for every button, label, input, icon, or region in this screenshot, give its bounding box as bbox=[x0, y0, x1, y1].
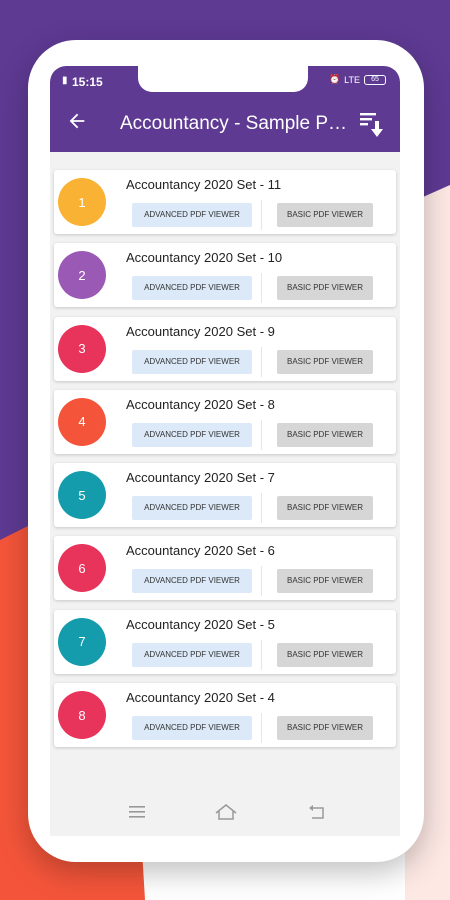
list-item[interactable]: 8 Accountancy 2020 Set - 4 ADVANCED PDF … bbox=[54, 683, 396, 748]
item-number-badge: 2 bbox=[58, 251, 106, 300]
item-number-badge: 8 bbox=[58, 691, 106, 740]
home-icon[interactable] bbox=[214, 802, 237, 822]
item-number-badge: 1 bbox=[58, 178, 106, 226]
network-label: LTE bbox=[344, 74, 360, 85]
item-title: Accountancy 2020 Set - 10 bbox=[126, 250, 283, 266]
item-title: Accountancy 2020 Set - 4 bbox=[126, 690, 275, 706]
advanced-pdf-viewer-button[interactable]: ADVANCED PDF VIEWER bbox=[132, 349, 252, 374]
basic-pdf-viewer-button[interactable]: BASIC PDF VIEWER bbox=[277, 349, 373, 374]
advanced-pdf-viewer-button[interactable]: ADVANCED PDF VIEWER bbox=[132, 276, 252, 301]
item-title: Accountancy 2020 Set - 5 bbox=[126, 616, 275, 632]
arrow-back-icon[interactable] bbox=[64, 110, 90, 136]
divider bbox=[261, 346, 262, 377]
app-bar: ▮ 15:15 ⏰ LTE 65 Accountancy - Sample Pa… bbox=[50, 66, 400, 152]
advanced-pdf-viewer-button[interactable]: ADVANCED PDF VIEWER bbox=[132, 422, 252, 447]
item-title: Accountancy 2020 Set - 6 bbox=[126, 543, 275, 559]
advanced-pdf-viewer-button[interactable]: ADVANCED PDF VIEWER bbox=[132, 203, 252, 227]
list-item[interactable]: 4 Accountancy 2020 Set - 8 ADVANCED PDF … bbox=[54, 389, 396, 454]
basic-pdf-viewer-button[interactable]: BASIC PDF VIEWER bbox=[277, 276, 373, 301]
signal-icon: ▮ bbox=[62, 75, 68, 86]
divider bbox=[261, 273, 262, 304]
paper-list: 1 Accountancy 2020 Set - 11 ADVANCED PDF… bbox=[54, 170, 396, 756]
advanced-pdf-viewer-button[interactable]: ADVANCED PDF VIEWER bbox=[132, 496, 252, 521]
divider bbox=[261, 493, 262, 524]
list-item[interactable]: 6 Accountancy 2020 Set - 6 ADVANCED PDF … bbox=[54, 536, 396, 601]
basic-pdf-viewer-button[interactable]: BASIC PDF VIEWER bbox=[277, 569, 373, 594]
divider bbox=[261, 639, 262, 670]
basic-pdf-viewer-button[interactable]: BASIC PDF VIEWER bbox=[277, 496, 373, 521]
basic-pdf-viewer-button[interactable]: BASIC PDF VIEWER bbox=[277, 203, 373, 227]
list-item[interactable]: 2 Accountancy 2020 Set - 10 ADVANCED PDF… bbox=[54, 243, 396, 308]
list-item[interactable]: 5 Accountancy 2020 Set - 7 ADVANCED PDF … bbox=[54, 463, 396, 528]
list-item[interactable]: 7 Accountancy 2020 Set - 5 ADVANCED PDF … bbox=[54, 609, 396, 674]
divider bbox=[261, 566, 262, 597]
sort-download-icon[interactable] bbox=[358, 110, 386, 140]
system-nav-bar bbox=[50, 788, 400, 836]
basic-pdf-viewer-button[interactable]: BASIC PDF VIEWER bbox=[277, 642, 373, 667]
app-screen: ▮ 15:15 ⏰ LTE 65 Accountancy - Sample Pa… bbox=[50, 66, 400, 836]
status-icons: ⏰ LTE 65 bbox=[329, 74, 386, 85]
menu-icon[interactable] bbox=[126, 802, 148, 822]
list-item[interactable]: 3 Accountancy 2020 Set - 9 ADVANCED PDF … bbox=[54, 316, 396, 381]
item-number-badge: 5 bbox=[58, 471, 106, 520]
divider bbox=[261, 200, 262, 230]
item-number-badge: 4 bbox=[58, 397, 106, 446]
advanced-pdf-viewer-button[interactable]: ADVANCED PDF VIEWER bbox=[132, 716, 252, 741]
page-title: Accountancy - Sample Papers bbox=[120, 113, 354, 134]
item-number-badge: 6 bbox=[58, 544, 106, 593]
back-icon[interactable] bbox=[306, 802, 328, 822]
camera-notch bbox=[138, 66, 308, 92]
divider bbox=[261, 713, 262, 744]
basic-pdf-viewer-button[interactable]: BASIC PDF VIEWER bbox=[277, 422, 373, 447]
advanced-pdf-viewer-button[interactable]: ADVANCED PDF VIEWER bbox=[132, 569, 252, 594]
item-title: Accountancy 2020 Set - 11 bbox=[126, 177, 282, 192]
item-title: Accountancy 2020 Set - 9 bbox=[126, 323, 275, 339]
basic-pdf-viewer-button[interactable]: BASIC PDF VIEWER bbox=[277, 716, 373, 741]
alarm-icon: ⏰ bbox=[328, 74, 341, 84]
advanced-pdf-viewer-button[interactable]: ADVANCED PDF VIEWER bbox=[132, 642, 252, 667]
item-title: Accountancy 2020 Set - 8 bbox=[126, 396, 275, 412]
item-number-badge: 3 bbox=[58, 324, 106, 373]
battery-icon: 65 bbox=[364, 74, 386, 85]
status-time: 15:15 bbox=[72, 75, 103, 89]
item-number-badge: 7 bbox=[58, 617, 106, 666]
divider bbox=[261, 419, 262, 450]
list-item[interactable]: 1 Accountancy 2020 Set - 11 ADVANCED PDF… bbox=[54, 170, 396, 234]
item-title: Accountancy 2020 Set - 7 bbox=[126, 470, 275, 486]
